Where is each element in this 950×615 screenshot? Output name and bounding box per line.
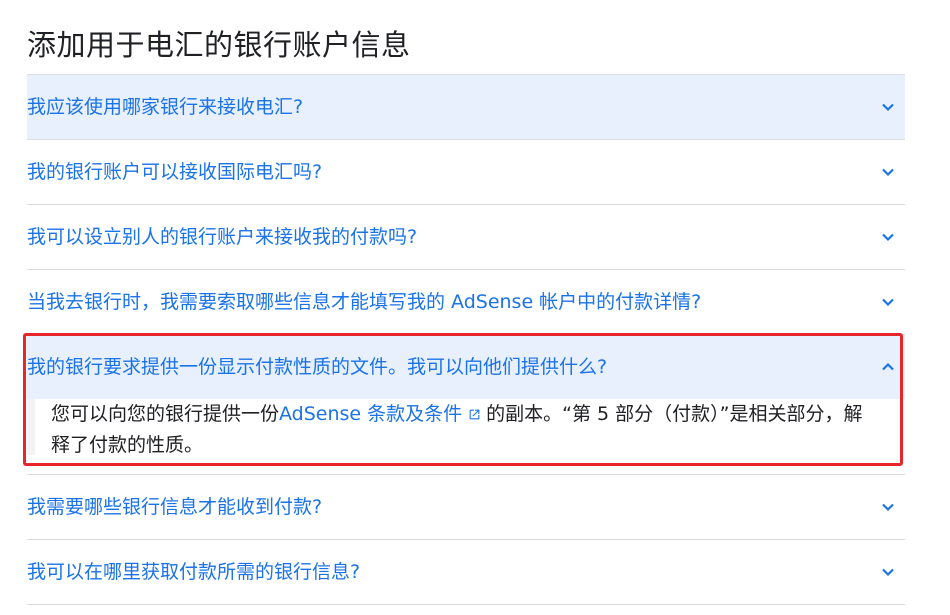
answer-indent-bar bbox=[27, 399, 35, 455]
faq-question-button[interactable]: 当我去银行时，我需要索取哪些信息才能填写我的 AdSense 帐户中的付款详情? bbox=[27, 270, 905, 334]
chevron-down-icon[interactable] bbox=[871, 285, 905, 319]
faq-question-text: 我的银行要求提供一份显示付款性质的文件。我可以向他们提供什么? bbox=[27, 355, 608, 378]
answer-text-before-link: 您可以向您的银行提供一份 bbox=[51, 403, 280, 425]
faq-accordion: 我应该使用哪家银行来接收电汇? 我的银行账户可以接收国际电汇吗? 我可以设立别人… bbox=[27, 74, 905, 605]
chevron-down-icon[interactable] bbox=[871, 90, 905, 124]
faq-item: 我的银行账户可以接收国际电汇吗? bbox=[27, 140, 905, 205]
chevron-down-icon[interactable] bbox=[871, 555, 905, 589]
faq-question-button[interactable]: 我应该使用哪家银行来接收电汇? bbox=[27, 75, 905, 139]
faq-question-text: 我可以在哪里获取付款所需的银行信息? bbox=[27, 560, 361, 583]
faq-item: 当我去银行时，我需要索取哪些信息才能填写我的 AdSense 帐户中的付款详情? bbox=[27, 270, 905, 335]
faq-question-text: 我可以设立别人的银行账户来接收我的付款吗? bbox=[27, 225, 418, 248]
faq-item: 我可以在哪里获取付款所需的银行信息? bbox=[27, 540, 905, 605]
terms-link-text: AdSense 条款及条件 bbox=[279, 403, 463, 425]
faq-item-expanded: 我的银行要求提供一份显示付款性质的文件。我可以向他们提供什么? 您可以向您的银行… bbox=[27, 335, 905, 475]
faq-answer: 您可以向您的银行提供一份AdSense 条款及条件 的副本。“第 5 部分（付款）… bbox=[27, 399, 905, 474]
faq-question-text: 我应该使用哪家银行来接收电汇? bbox=[27, 95, 304, 118]
chevron-down-icon[interactable] bbox=[871, 490, 905, 524]
faq-item: 我应该使用哪家银行来接收电汇? bbox=[27, 75, 905, 140]
external-link-icon bbox=[468, 400, 481, 430]
faq-question-text: 我需要哪些银行信息才能收到付款? bbox=[27, 495, 323, 518]
terms-link[interactable]: AdSense 条款及条件 bbox=[279, 403, 486, 425]
faq-question-button[interactable]: 我可以设立别人的银行账户来接收我的付款吗? bbox=[27, 205, 905, 269]
chevron-down-icon[interactable] bbox=[871, 155, 905, 189]
page-title: 添加用于电汇的银行账户信息 bbox=[27, 28, 411, 62]
faq-question-button[interactable]: 我的银行账户可以接收国际电汇吗? bbox=[27, 140, 905, 204]
faq-question-button[interactable]: 我需要哪些银行信息才能收到付款? bbox=[27, 475, 905, 539]
faq-question-button[interactable]: 我的银行要求提供一份显示付款性质的文件。我可以向他们提供什么? bbox=[27, 335, 905, 399]
chevron-down-icon[interactable] bbox=[871, 220, 905, 254]
faq-item: 我可以设立别人的银行账户来接收我的付款吗? bbox=[27, 205, 905, 270]
faq-item: 我需要哪些银行信息才能收到付款? bbox=[27, 475, 905, 540]
faq-question-button[interactable]: 我可以在哪里获取付款所需的银行信息? bbox=[27, 540, 905, 604]
faq-question-text: 我的银行账户可以接收国际电汇吗? bbox=[27, 160, 323, 183]
faq-answer-text: 您可以向您的银行提供一份AdSense 条款及条件 的副本。“第 5 部分（付款）… bbox=[50, 399, 865, 460]
faq-question-text: 当我去银行时，我需要索取哪些信息才能填写我的 AdSense 帐户中的付款详情? bbox=[27, 290, 702, 313]
chevron-up-icon[interactable] bbox=[871, 350, 905, 384]
